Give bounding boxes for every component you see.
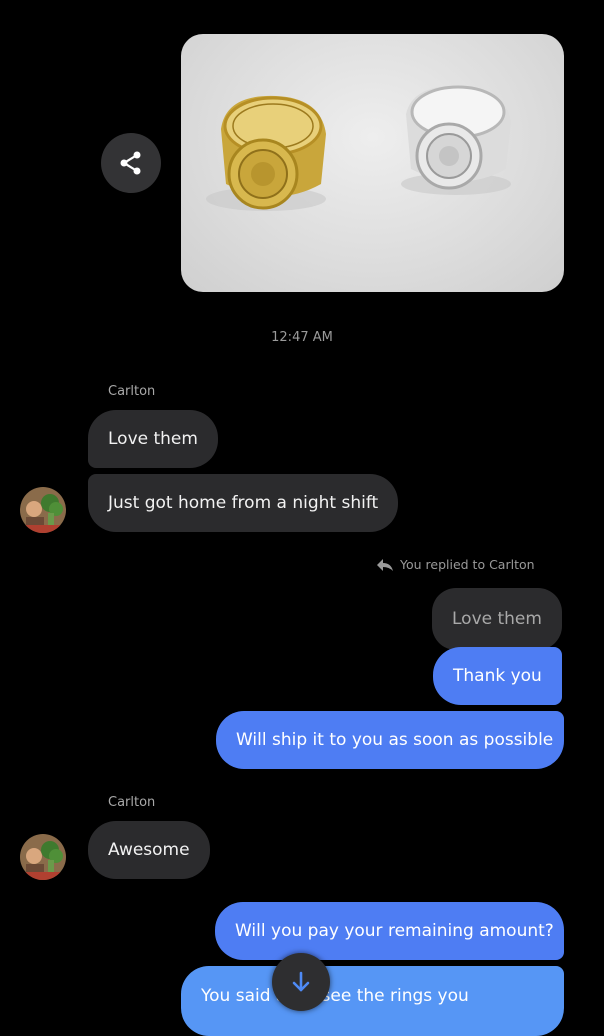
reply-indicator: You replied to Carlton (376, 557, 535, 572)
incoming-message[interactable]: Love them (88, 410, 218, 468)
incoming-message[interactable]: Just got home from a night shift (88, 474, 399, 532)
rings-image (206, 85, 511, 211)
outgoing-message[interactable]: Will you pay your remaining amount? (215, 902, 564, 960)
incoming-message[interactable]: Awesome (88, 821, 210, 879)
message-timestamp: 12:47 AM (271, 330, 333, 345)
avatar[interactable] (20, 487, 66, 533)
sender-name: Carlton (108, 384, 156, 399)
shared-photo[interactable] (181, 34, 564, 292)
avatar-image (20, 834, 66, 880)
outgoing-message[interactable]: Will ship it to you as soon as possible (216, 711, 564, 769)
reply-label: You replied to Carlton (400, 557, 535, 572)
avatar-image (20, 487, 66, 533)
outgoing-message[interactable]: You said after see the rings you (181, 966, 564, 1036)
share-button[interactable] (101, 133, 161, 193)
avatar[interactable] (20, 834, 66, 880)
quoted-message[interactable]: Love them (432, 588, 562, 650)
sender-name: Carlton (108, 795, 156, 810)
scroll-to-bottom-button[interactable] (272, 953, 330, 1011)
share-icon (120, 151, 141, 175)
outgoing-message[interactable]: Thank you (433, 647, 562, 705)
arrow-down-icon (292, 971, 310, 992)
reply-arrow-icon (377, 558, 393, 571)
